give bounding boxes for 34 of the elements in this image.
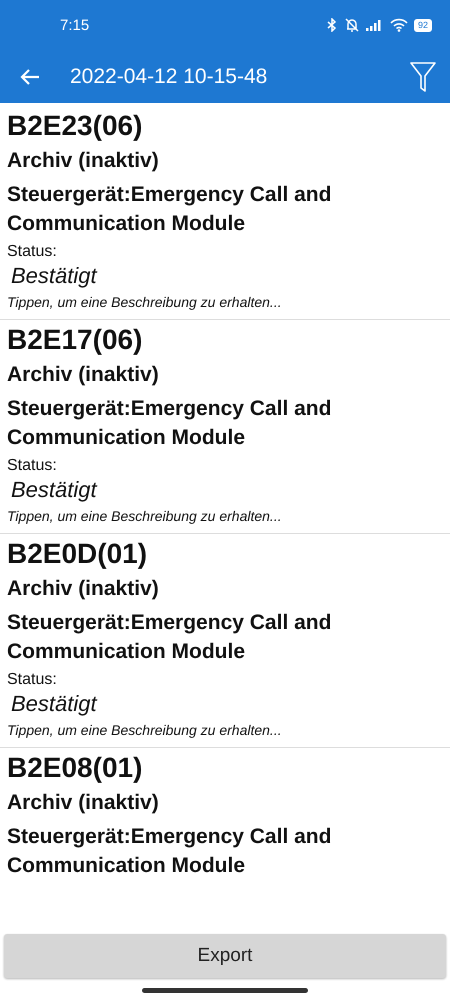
status-label: Status: (7, 242, 57, 262)
control-unit-text: Steuergerät:Emergency Call and Communication Module (7, 396, 332, 451)
fault-code: B2E08(01) (7, 751, 142, 785)
filter-icon[interactable] (410, 62, 436, 92)
status-label: Status: (7, 670, 57, 690)
status-value: Bestätigt (11, 262, 97, 290)
fault-code: B2E23(06) (7, 109, 142, 143)
fault-item[interactable]: B2E08(01) Archiv (inaktiv) Steuergerät:Emergency Call and Communication Module (0, 748, 450, 887)
bluetooth-icon (326, 18, 338, 32)
hint-text: Tippen, um eine Beschreibung zu erhalten... (7, 293, 282, 312)
hint-text: Tippen, um eine Beschreibung zu erhalten... (7, 507, 282, 526)
status-value: Bestätigt (11, 690, 97, 718)
fault-code: B2E0D(01) (7, 537, 148, 571)
fault-state: Archiv (inaktiv) (7, 576, 159, 602)
fault-item[interactable]: B2E23(06) Archiv (inaktiv) Steuergerät:Emergency Call and Communication Module Status: Bestätigt Tippen, um eine Beschreibung zu erhalten... (0, 106, 450, 320)
status-label: Status: (7, 456, 57, 476)
status-value: Bestätigt (11, 476, 97, 504)
hint-text: Tippen, um eine Beschreibung zu erhalten... (7, 721, 282, 740)
app-bar-title: 2022-04-12 10-15-48 (70, 64, 268, 88)
fault-state: Archiv (inaktiv) (7, 362, 159, 388)
bell-off-icon (344, 18, 360, 32)
clock-time: 7:15 (60, 16, 90, 34)
control-unit-text: Steuergerät:Emergency Call and Communication Module (7, 610, 332, 665)
control-unit-text: Steuergerät:Emergency Call and Communication Module (7, 824, 332, 879)
back-arrow-icon[interactable] (20, 68, 40, 86)
control-unit-text: Steuergerät:Emergency Call and Communication Module (7, 182, 332, 237)
wifi-icon (390, 18, 408, 32)
battery-level: 92 (414, 18, 432, 32)
fault-item[interactable]: B2E0D(01) Archiv (inaktiv) Steuergerät:Emergency Call and Communication Module Status: Bestätigt Tippen, um eine Beschreibung zu erhalten... (0, 534, 450, 748)
fault-item[interactable]: B2E17(06) Archiv (inaktiv) Steuergerät:Emergency Call and Communication Module Status: Bestätigt Tippen, um eine Beschreibung zu erhalten... (0, 320, 450, 534)
fault-state: Archiv (inaktiv) (7, 148, 159, 174)
fault-state: Archiv (inaktiv) (7, 790, 159, 816)
export-button[interactable]: Export (4, 934, 446, 978)
fault-code: B2E17(06) (7, 323, 142, 357)
